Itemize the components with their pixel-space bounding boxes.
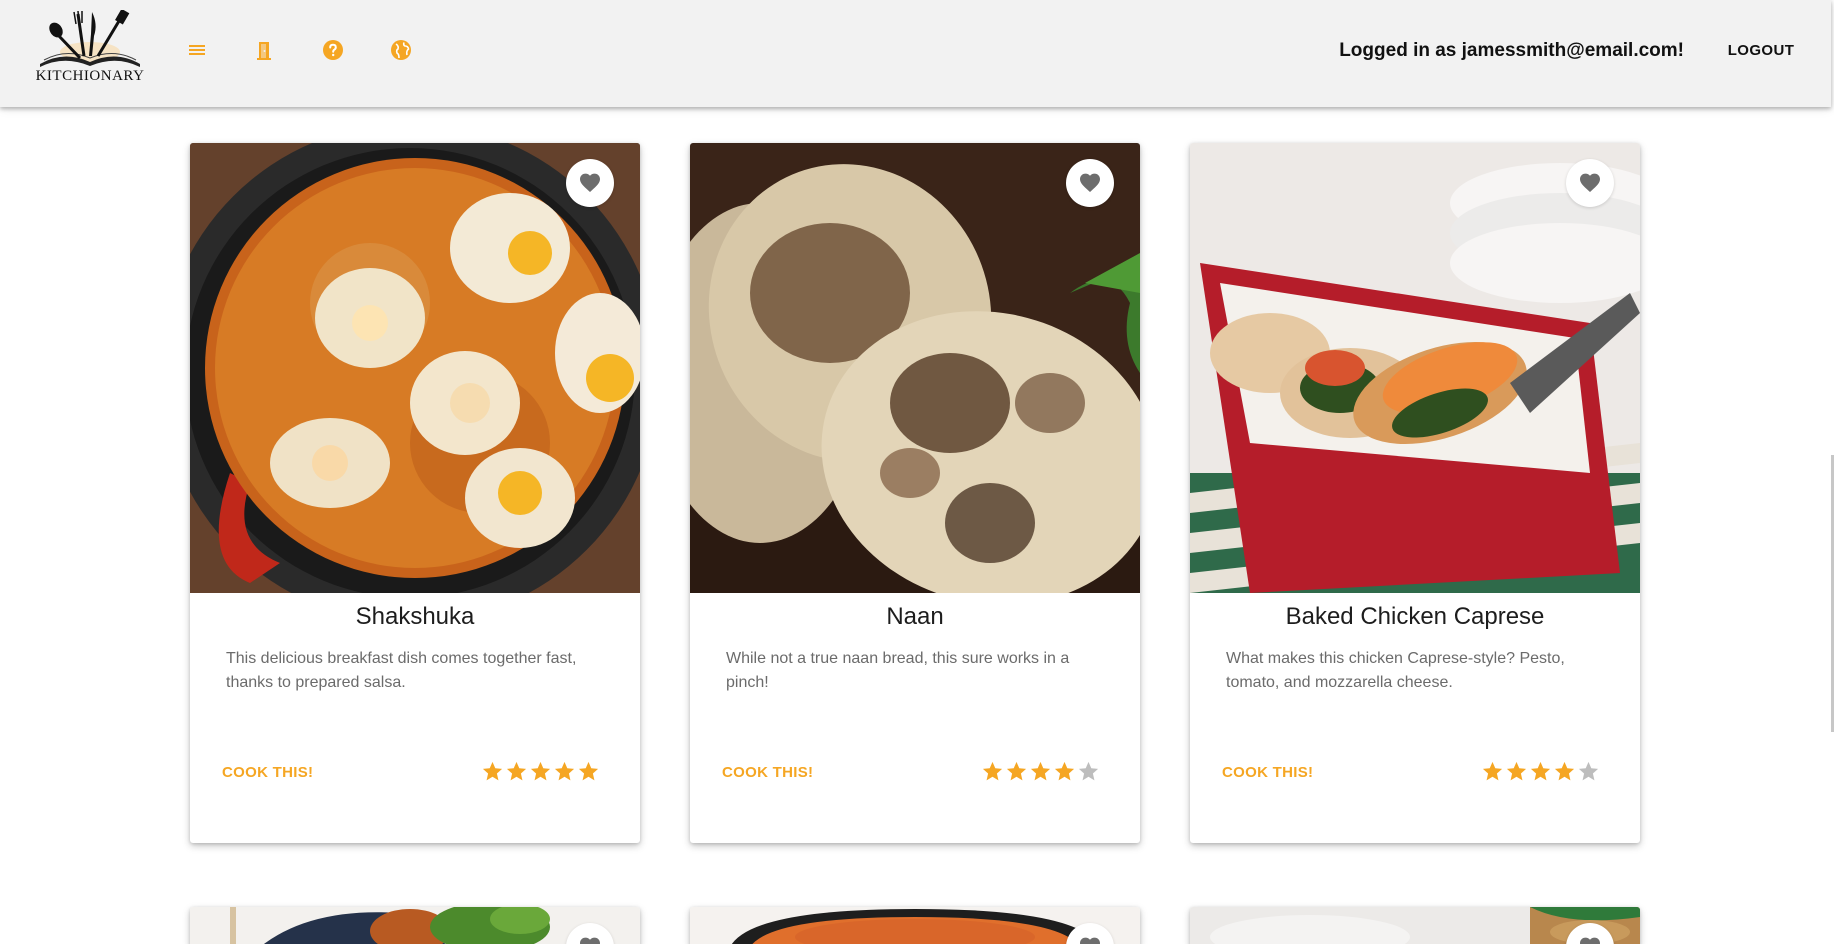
recipe-card: Baked Chicken Caprese What makes this ch… — [1190, 143, 1640, 843]
logout-button[interactable]: LOGOUT — [1716, 32, 1806, 68]
recipe-card — [190, 907, 640, 944]
recipe-card: Shakshuka This delicious breakfast dish … — [190, 143, 640, 843]
rating-stars — [981, 760, 1100, 783]
heart-icon — [1580, 173, 1600, 192]
star-filled-icon — [482, 761, 503, 781]
star-filled-icon — [1506, 761, 1527, 781]
recipe-card — [1190, 907, 1640, 944]
recipe-description: What makes this chicken Caprese-style? P… — [1226, 650, 1565, 691]
heart-icon — [580, 937, 600, 944]
star-filled-icon — [530, 761, 551, 781]
recipe-description: This delicious breakfast dish comes toge… — [226, 650, 577, 691]
cook-this-button[interactable]: COOK THIS! — [722, 764, 813, 781]
kitchionary-logo[interactable]: KITCHIONARY — [34, 10, 146, 86]
heart-icon — [580, 173, 600, 192]
logged-in-user-text: Logged in as jamessmith@email.com! — [1339, 40, 1684, 61]
star-filled-icon — [982, 761, 1003, 781]
star-filled-icon — [1054, 761, 1075, 781]
star-filled-icon — [1006, 761, 1027, 781]
globe-icon[interactable] — [389, 38, 413, 62]
cook-this-button[interactable]: COOK THIS! — [222, 764, 313, 781]
favorite-button[interactable] — [1566, 159, 1614, 207]
favorite-button[interactable] — [1066, 159, 1114, 207]
rating-stars — [481, 760, 600, 783]
door-icon[interactable] — [253, 38, 277, 62]
app-header: KITCHIONARY Logged in as jamessmith@emai… — [0, 0, 1831, 107]
recipe-title: Naan — [886, 603, 944, 630]
star-empty-icon — [1078, 761, 1099, 781]
star-filled-icon — [506, 761, 527, 781]
rating-stars — [1481, 760, 1600, 783]
heart-icon — [1080, 937, 1100, 944]
star-filled-icon — [1554, 761, 1575, 781]
recipe-image-naan[interactable] — [690, 143, 1140, 593]
cook-this-button[interactable]: COOK THIS! — [1222, 764, 1313, 781]
logo-utensils-book-graphic — [40, 10, 140, 67]
heart-icon — [1080, 173, 1100, 192]
recipe-title: Shakshuka — [355, 603, 475, 630]
menu-icon[interactable] — [185, 38, 209, 62]
logo-text: KITCHIONARY — [35, 68, 145, 84]
star-filled-icon — [1030, 761, 1051, 781]
favorite-button[interactable] — [566, 159, 614, 207]
star-empty-icon — [1578, 761, 1599, 781]
star-filled-icon — [578, 761, 599, 781]
recipe-image-shakshuka[interactable] — [190, 143, 640, 593]
recipe-title: Baked Chicken Caprese — [1285, 603, 1545, 630]
heart-icon — [1580, 937, 1600, 944]
recipe-image-baked-chicken-caprese[interactable] — [1190, 143, 1640, 593]
recipe-card — [690, 907, 1140, 944]
recipe-description: While not a true naan bread, this sure w… — [726, 650, 1070, 691]
star-filled-icon — [1530, 761, 1551, 781]
star-filled-icon — [554, 761, 575, 781]
help-icon[interactable] — [321, 38, 345, 62]
star-filled-icon — [1482, 761, 1503, 781]
recipe-card: Naan While not a true naan bread, this s… — [690, 143, 1140, 843]
